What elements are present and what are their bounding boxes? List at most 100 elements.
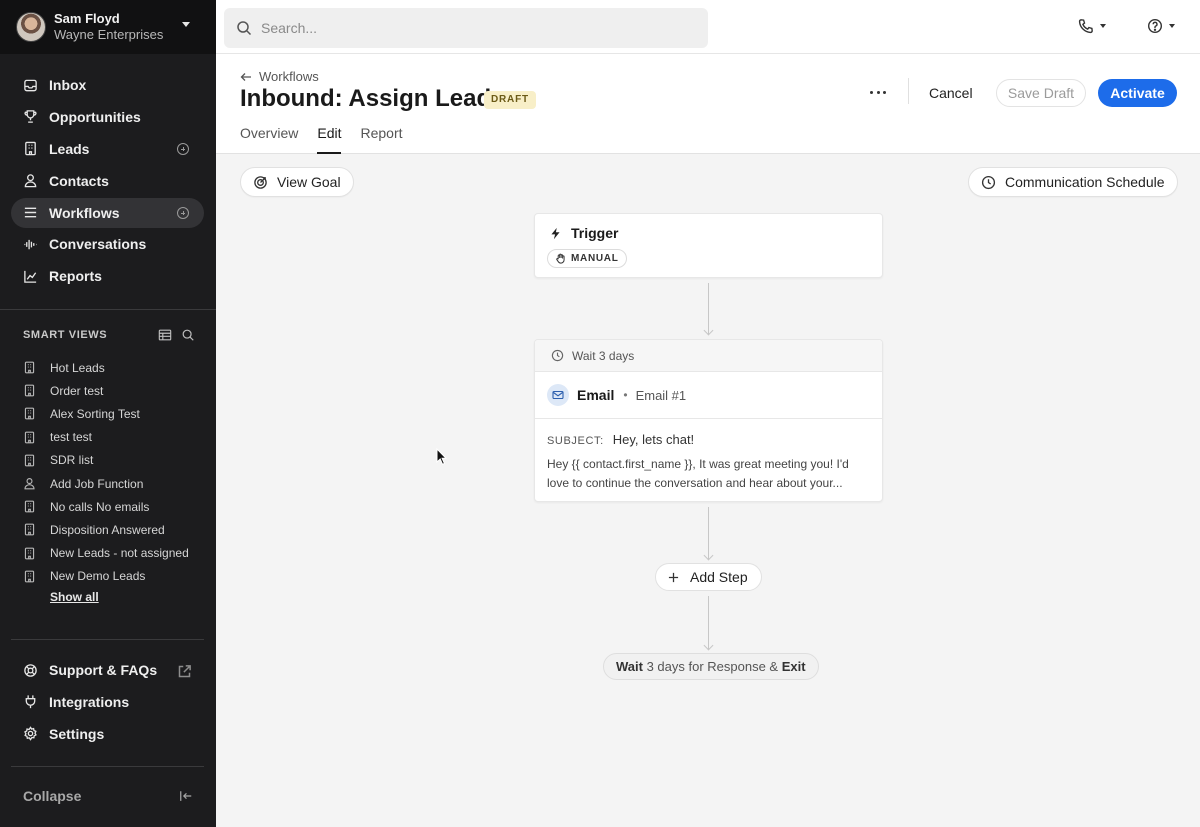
sidebar-item-label: Conversations — [49, 236, 147, 253]
chevron-down-icon — [182, 22, 190, 27]
sidebar-item-reports[interactable]: Reports — [11, 261, 204, 291]
add-step-button[interactable]: Add Step — [655, 563, 762, 591]
smart-view-label: New Demo Leads — [50, 569, 146, 584]
external-link-icon — [178, 665, 191, 678]
trigger-card[interactable]: Trigger MANUAL — [534, 213, 883, 278]
user-switcher[interactable]: Sam Floyd Wayne Enterprises — [0, 0, 216, 54]
workflow-canvas: View Goal Communication Schedule Trigger… — [216, 155, 1200, 827]
tab-edit[interactable]: Edit — [317, 125, 342, 154]
wait-delay-row[interactable]: Wait 3 days — [535, 340, 882, 372]
chart-icon — [24, 270, 37, 283]
add-workflow-icon[interactable] — [177, 206, 189, 219]
building-icon — [24, 500, 35, 513]
search-icon — [237, 21, 252, 36]
add-lead-icon[interactable] — [177, 142, 189, 155]
exit-label: Exit — [781, 659, 806, 674]
smart-view-label: Order test — [50, 383, 104, 398]
status-badge: DRAFT — [484, 91, 536, 109]
smart-view-label: New Leads - not assigned — [50, 546, 189, 561]
top-bar — [216, 0, 1200, 54]
smart-view-item[interactable]: No calls No emails — [23, 495, 203, 518]
separator-dot: • — [623, 388, 628, 402]
exit-condition[interactable]: Wait 3 days for Response & Exit — [603, 653, 819, 680]
email-step-card[interactable]: Wait 3 days Email • Email #1 SUBJECT: He… — [534, 339, 883, 502]
tab-overview[interactable]: Overview — [240, 125, 298, 154]
user-name: Sam Floyd — [54, 11, 120, 26]
show-all-link[interactable]: Show all — [50, 590, 99, 604]
clock-icon — [981, 175, 996, 189]
target-icon — [254, 175, 267, 189]
more-options-icon[interactable] — [870, 84, 886, 100]
smart-view-item[interactable]: New Leads - not assigned — [23, 542, 203, 565]
sidebar-item-support[interactable]: Support & FAQs — [11, 655, 204, 685]
mouse-cursor-icon — [436, 448, 448, 465]
sidebar-item-opportunities[interactable]: Opportunities — [11, 102, 204, 132]
activate-button[interactable]: Activate — [1098, 79, 1177, 107]
add-step-label: Add Step — [690, 569, 748, 585]
smart-view-label: test test — [50, 430, 93, 445]
exit-desc-label: 3 days for Response & — [642, 659, 782, 674]
smart-view-item[interactable]: Add Job Function — [23, 472, 203, 495]
smart-view-label: No calls No emails — [50, 499, 150, 514]
help-icon — [1147, 18, 1163, 34]
sidebar-item-inbox[interactable]: Inbox — [11, 70, 204, 100]
collapse-label: Collapse — [23, 788, 82, 804]
trigger-type-badge: MANUAL — [547, 249, 627, 268]
smart-view-item[interactable]: test test — [23, 426, 203, 449]
sidebar-item-conversations[interactable]: Conversations — [11, 229, 204, 259]
table-icon[interactable] — [158, 328, 172, 342]
divider — [11, 639, 204, 640]
page-header: Workflows Inbound: Assign Lead DRAFT Ove… — [216, 54, 1200, 154]
plus-icon — [668, 572, 679, 582]
collapse-sidebar-button[interactable]: Collapse — [23, 786, 193, 806]
smart-view-label: Alex Sorting Test — [50, 406, 140, 421]
arrow-down-icon — [703, 550, 714, 561]
chevron-down-icon — [1169, 24, 1175, 28]
search-input[interactable] — [261, 20, 681, 36]
smart-view-item[interactable]: Disposition Answered — [23, 518, 203, 541]
breadcrumb[interactable]: Workflows — [240, 69, 319, 84]
help-menu-button[interactable] — [1147, 18, 1175, 34]
sidebar-item-leads[interactable]: Leads — [11, 134, 204, 164]
plug-icon — [25, 695, 36, 709]
sidebar: Sam Floyd Wayne Enterprises Inbox Opport… — [0, 0, 216, 827]
hand-icon — [556, 253, 565, 264]
search-icon[interactable] — [181, 328, 195, 342]
smart-view-label: Add Job Function — [50, 476, 144, 491]
wait-delay-label: Wait 3 days — [572, 348, 635, 363]
trigger-title: Trigger — [571, 225, 619, 241]
tab-bar: Overview Edit Report — [240, 125, 403, 154]
tab-report[interactable]: Report — [360, 125, 402, 154]
save-draft-button[interactable]: Save Draft — [996, 79, 1086, 107]
smart-view-item[interactable]: Alex Sorting Test — [23, 402, 203, 425]
phone-icon — [1078, 19, 1093, 34]
cancel-button[interactable]: Cancel — [920, 79, 982, 107]
person-icon — [24, 478, 35, 490]
inbox-icon — [24, 79, 37, 91]
view-goal-label: View Goal — [277, 174, 341, 190]
sidebar-item-integrations[interactable]: Integrations — [11, 687, 204, 717]
list-icon — [24, 207, 37, 218]
step-name-label: Email #1 — [635, 387, 687, 403]
sidebar-item-label: Reports — [49, 268, 102, 285]
sidebar-item-label: Opportunities — [49, 108, 141, 125]
smart-view-item[interactable]: Hot Leads — [23, 356, 203, 379]
view-goal-button[interactable]: View Goal — [240, 167, 354, 197]
communication-schedule-label: Communication Schedule — [1005, 174, 1165, 190]
sidebar-item-label: Leads — [49, 140, 90, 157]
communication-schedule-button[interactable]: Communication Schedule — [968, 167, 1178, 197]
sidebar-item-workflows[interactable]: Workflows — [11, 197, 204, 228]
page-title: Inbound: Assign Lead — [240, 85, 492, 112]
building-icon — [24, 431, 35, 444]
smart-view-label: Disposition Answered — [50, 522, 165, 537]
sidebar-item-settings[interactable]: Settings — [11, 719, 204, 749]
sidebar-item-contacts[interactable]: Contacts — [11, 166, 204, 196]
arrow-down-icon — [703, 325, 714, 336]
smart-view-item[interactable]: SDR list — [23, 449, 203, 472]
chevron-down-icon — [1100, 24, 1106, 28]
smart-view-item[interactable]: New Demo Leads — [23, 565, 203, 588]
lightning-icon — [551, 227, 560, 239]
phone-menu-button[interactable] — [1078, 18, 1106, 34]
smart-view-item[interactable]: Order test — [23, 379, 203, 402]
search-box[interactable] — [224, 8, 708, 48]
